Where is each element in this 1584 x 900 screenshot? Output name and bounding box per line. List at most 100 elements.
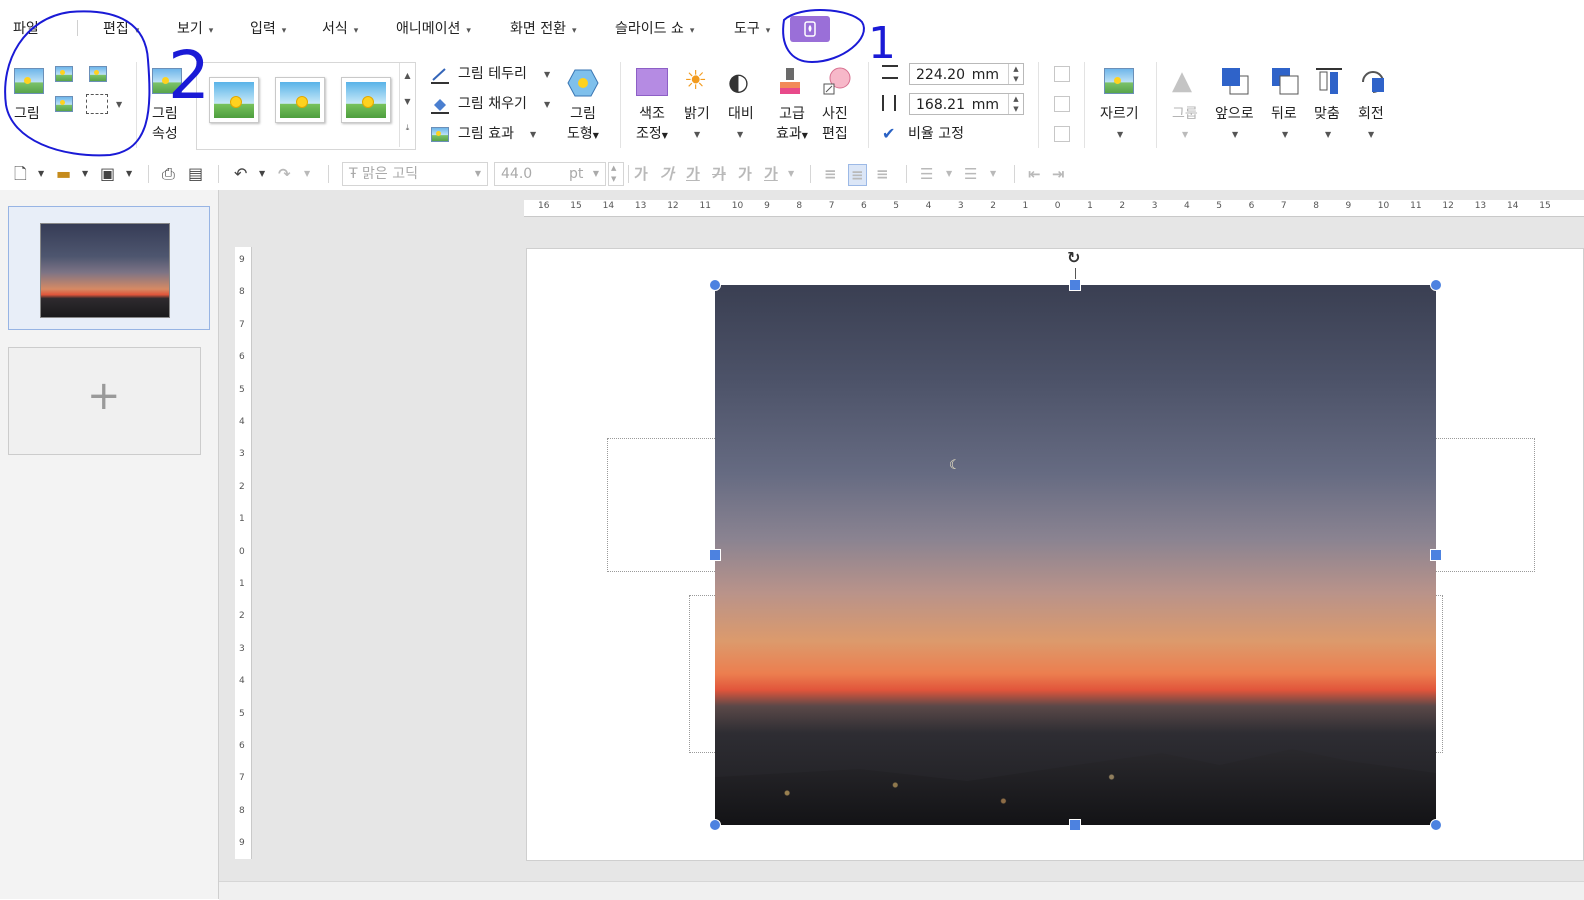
picture-style-1[interactable] bbox=[209, 77, 259, 123]
hexagon-picture-icon[interactable] bbox=[567, 68, 599, 98]
contrast-icon[interactable]: ◐ bbox=[728, 69, 749, 95]
menu-format[interactable]: 서식 ▾ bbox=[322, 18, 358, 38]
toolbar-divider bbox=[906, 165, 907, 183]
chevron-down-icon[interactable]: ▼ bbox=[1232, 130, 1238, 139]
picture-style-2[interactable] bbox=[275, 77, 325, 123]
resize-handle-bottom-left[interactable] bbox=[709, 819, 721, 831]
mobile-button[interactable] bbox=[790, 16, 830, 42]
resize-handle-top[interactable] bbox=[1069, 279, 1081, 291]
chevron-down-icon[interactable]: ▼ bbox=[38, 164, 44, 184]
compress-picture-icon[interactable] bbox=[55, 96, 73, 112]
chevron-down-icon[interactable]: ▼ bbox=[544, 70, 550, 79]
menu-transition[interactable]: 화면 전환 ▾ bbox=[510, 18, 577, 38]
font-size-field[interactable]: 44.0 pt ▼ bbox=[494, 162, 606, 186]
chevron-down-icon[interactable]: ▼ bbox=[116, 100, 122, 109]
paint-brush-icon[interactable] bbox=[776, 66, 804, 96]
menu-insert[interactable]: 입력 ▾ bbox=[250, 18, 286, 38]
insert-picture-button[interactable] bbox=[14, 68, 44, 94]
chevron-down-icon[interactable]: ▼ bbox=[1368, 130, 1374, 139]
chevron-down-icon[interactable]: ▼ bbox=[259, 164, 265, 184]
slide-editor: 16 15 14 13 12 11 10 9 8 7 6 5 4 3 2 1 0 1 2 3 4 5 6 7 8 9 10 11 12 1… bbox=[219, 190, 1584, 900]
resize-handle-bottom-right[interactable] bbox=[1430, 819, 1442, 831]
width-spinner[interactable]: ▲ ▼ bbox=[1008, 64, 1023, 84]
contrast-label[interactable]: 대비 bbox=[728, 104, 754, 124]
undo-icon[interactable]: ↶ bbox=[234, 164, 247, 184]
add-slide-button[interactable]: + bbox=[8, 347, 201, 455]
bring-forward-icon[interactable] bbox=[1220, 66, 1250, 96]
advanced-effect-label[interactable]: 고급 효과▼ bbox=[776, 104, 808, 146]
width-field[interactable]: 224.20 mm ▲ ▼ bbox=[909, 63, 1024, 85]
save-icon[interactable]: ▣ bbox=[100, 164, 115, 184]
chevron-down-icon[interactable]: ▼ bbox=[1325, 130, 1331, 139]
ruler-label: 3 bbox=[239, 449, 245, 460]
align-label[interactable]: 맞춤 bbox=[1314, 104, 1340, 124]
gallery-scroll[interactable]: ▲ ▼ ⤓ bbox=[399, 63, 415, 147]
chevron-down-icon[interactable]: ▼ bbox=[544, 100, 550, 109]
color-tone-icon[interactable] bbox=[636, 68, 668, 96]
picture-effect-button[interactable]: 그림 효과 bbox=[458, 124, 514, 144]
color-adjust-label[interactable]: 색조 조정▼ bbox=[636, 104, 668, 146]
select-area-icon[interactable] bbox=[86, 94, 108, 114]
photo-edit-label[interactable]: 사진 편집 bbox=[822, 104, 848, 144]
menu-tools[interactable]: 도구 ▾ bbox=[734, 18, 770, 38]
chevron-down-icon[interactable]: ▼ bbox=[126, 164, 132, 184]
rotate-icon[interactable] bbox=[1358, 66, 1388, 96]
ruler-label: 4 bbox=[1184, 201, 1190, 211]
chevron-down-icon[interactable]: ▼ bbox=[1282, 130, 1288, 139]
picture-properties-line1: 그림 bbox=[152, 106, 178, 122]
resize-handle-top-left[interactable] bbox=[709, 279, 721, 291]
horizontal-scrollbar[interactable] bbox=[219, 881, 1584, 900]
replace-picture-icon[interactable] bbox=[55, 66, 73, 82]
print-icon[interactable]: ⎙ bbox=[162, 164, 175, 184]
chevron-down-icon[interactable]: ▼ bbox=[694, 130, 700, 139]
chevron-down-icon[interactable]: ▼ bbox=[82, 164, 88, 184]
decrease-indent-icon: ⇤ bbox=[1028, 165, 1041, 183]
resize-handle-bottom[interactable] bbox=[1069, 819, 1081, 831]
font-name-field[interactable]: Ŧ 맑은 고딕 ▼ bbox=[342, 162, 488, 186]
picture-shape-label[interactable]: 그림 도형▼ bbox=[567, 104, 599, 146]
crop-icon[interactable] bbox=[1104, 68, 1134, 94]
resize-handle-top-right[interactable] bbox=[1430, 279, 1442, 291]
crop-label[interactable]: 자르기 bbox=[1100, 104, 1139, 124]
slide-thumbnail-1[interactable] bbox=[8, 206, 210, 330]
menu-file[interactable]: 파일 bbox=[13, 18, 39, 38]
send-backward-label[interactable]: 뒤로 bbox=[1271, 104, 1297, 124]
picture-properties-icon[interactable] bbox=[152, 68, 182, 94]
picture-fill-button[interactable]: 그림 채우기 bbox=[458, 94, 527, 114]
menu-slideshow[interactable]: 슬라이드 쇼 ▾ bbox=[615, 18, 694, 38]
chevron-down-icon[interactable]: ▼ bbox=[530, 130, 536, 139]
menu-edit[interactable]: 편집 ▾ bbox=[103, 18, 139, 38]
new-file-icon[interactable]: 🗋 bbox=[14, 164, 27, 184]
resize-handle-right[interactable] bbox=[1430, 549, 1442, 561]
rotate-handle-icon[interactable]: ↻ bbox=[1067, 248, 1080, 267]
menu-view[interactable]: 보기 ▾ bbox=[177, 18, 213, 38]
chevron-down-icon: ▾ bbox=[571, 26, 577, 36]
align-center-icon: ≡ bbox=[848, 164, 867, 186]
menu-animation[interactable]: 애니메이션 ▾ bbox=[396, 18, 471, 38]
height-spinner[interactable]: ▲ ▼ bbox=[1008, 94, 1023, 114]
photo-edit-icon[interactable] bbox=[822, 66, 852, 96]
picture-style-3[interactable] bbox=[341, 77, 391, 123]
sun-icon[interactable]: ☀ bbox=[684, 68, 707, 94]
ruler-label: 2 bbox=[990, 201, 996, 211]
bring-forward-label[interactable]: 앞으로 bbox=[1215, 104, 1254, 124]
photo-edit-line1: 사진 bbox=[822, 106, 848, 122]
chevron-down-icon: ▼ bbox=[788, 169, 795, 178]
font-size-spinner[interactable]: ▲ ▼ bbox=[608, 162, 624, 186]
brightness-label[interactable]: 밝기 bbox=[684, 104, 710, 124]
plus-icon: + bbox=[87, 373, 121, 419]
picture-border-button[interactable]: 그림 테두리 bbox=[458, 64, 527, 84]
reset-picture-icon[interactable] bbox=[89, 66, 107, 82]
resize-handle-left[interactable] bbox=[709, 549, 721, 561]
chevron-down-icon[interactable]: ▼ bbox=[737, 130, 743, 139]
chevron-down-icon[interactable]: ▼ bbox=[1117, 130, 1123, 139]
rotate-label[interactable]: 회전 bbox=[1358, 104, 1384, 124]
send-backward-icon[interactable] bbox=[1270, 66, 1300, 96]
print-preview-icon[interactable]: ▤ bbox=[188, 164, 203, 184]
ruler-label: 15 bbox=[1539, 201, 1551, 211]
open-folder-icon[interactable]: ▬ bbox=[56, 164, 71, 184]
align-top-icon[interactable] bbox=[1314, 66, 1344, 96]
height-field[interactable]: 168.21 mm ▲ ▼ bbox=[909, 93, 1024, 115]
selected-picture[interactable]: ☾ bbox=[715, 285, 1436, 825]
lock-ratio-checkbox[interactable]: ✔ bbox=[882, 125, 895, 143]
